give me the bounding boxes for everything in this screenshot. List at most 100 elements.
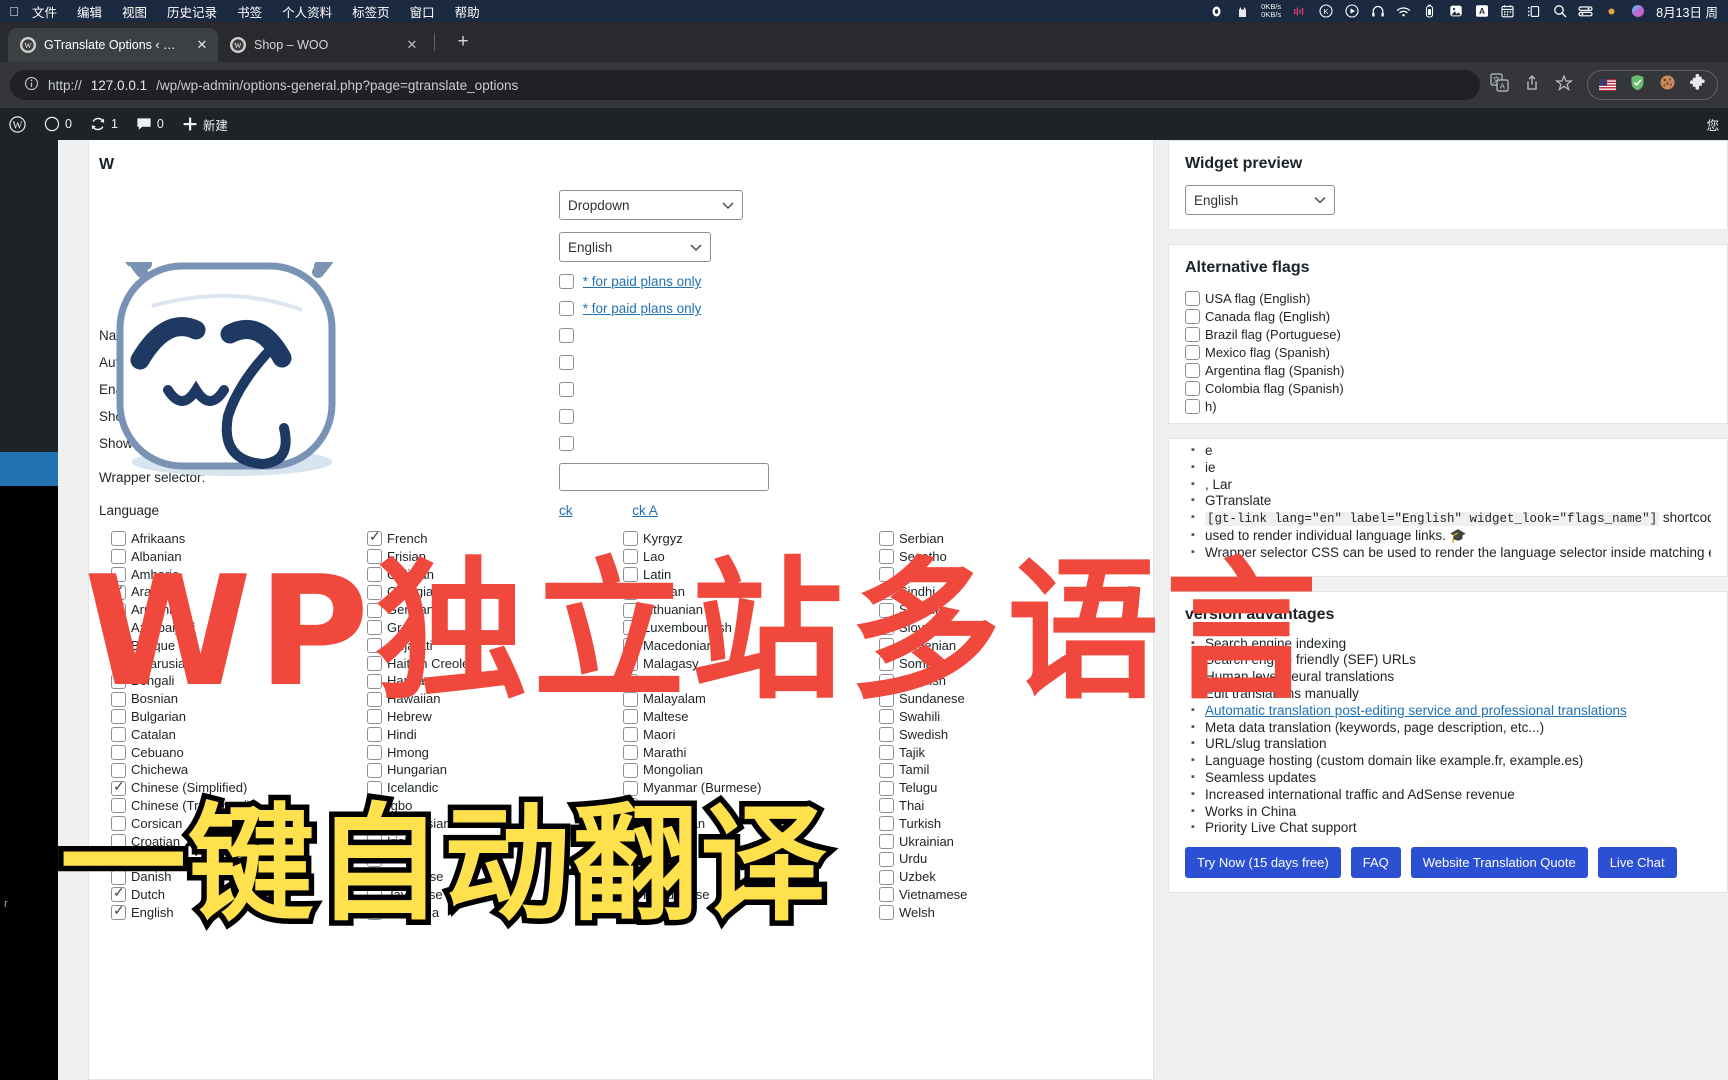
- language-item[interactable]: Maori: [623, 726, 879, 744]
- wp-account-item[interactable]: 您: [1697, 108, 1728, 140]
- language-item[interactable]: Afrikaans: [111, 530, 367, 548]
- language-item[interactable]: Amharic: [111, 566, 367, 584]
- language-item[interactable]: Thai: [879, 797, 1135, 815]
- language-item[interactable]: Cebuano: [111, 744, 367, 762]
- language-checkbox[interactable]: [879, 833, 894, 849]
- language-item[interactable]: Lithuanian: [623, 601, 879, 619]
- control-center-icon[interactable]: [1578, 4, 1593, 19]
- paid-plans-note-2[interactable]: * for paid plans only: [583, 301, 702, 316]
- language-item[interactable]: Spanish: [879, 672, 1135, 690]
- pro-cta-button[interactable]: Live Chat: [1597, 847, 1677, 879]
- language-checkbox[interactable]: [879, 869, 894, 885]
- paid-feature-1-checkbox[interactable]: [559, 274, 574, 289]
- language-checkbox[interactable]: [623, 851, 638, 867]
- adguard-shield-icon[interactable]: [1629, 74, 1646, 96]
- language-checkbox[interactable]: [623, 531, 638, 547]
- language-checkbox[interactable]: [367, 816, 382, 832]
- language-item[interactable]: Marathi: [623, 744, 879, 762]
- language-item[interactable]: Dutch: [111, 884, 367, 904]
- alternative-flag-item[interactable]: Colombia flag (Spanish): [1185, 379, 1711, 397]
- language-checkbox[interactable]: [623, 833, 638, 849]
- language-checkbox[interactable]: [623, 620, 638, 636]
- language-item[interactable]: Icelandic: [367, 779, 623, 797]
- language-checkbox[interactable]: [879, 566, 894, 582]
- default-language-select[interactable]: English: [559, 232, 711, 262]
- language-checkbox[interactable]: [879, 887, 894, 903]
- alternative-flag-checkbox[interactable]: [1185, 326, 1200, 342]
- battery-icon[interactable]: [1422, 4, 1437, 19]
- language-checkbox[interactable]: [367, 655, 382, 671]
- alternative-flag-checkbox[interactable]: [1185, 398, 1200, 414]
- record-icon[interactable]: [1209, 4, 1224, 19]
- language-item[interactable]: Latin: [623, 566, 879, 584]
- menu-edit[interactable]: 编辑: [67, 2, 112, 21]
- language-item[interactable]: Croatian: [111, 833, 367, 851]
- language-item[interactable]: Danish: [111, 868, 367, 886]
- language-checkbox[interactable]: [111, 816, 126, 832]
- sidebar-current-item[interactable]: [0, 452, 58, 486]
- wp-logo-item[interactable]: W: [0, 108, 35, 140]
- language-item[interactable]: Slovenian: [879, 637, 1135, 655]
- language-checkbox[interactable]: [623, 884, 638, 903]
- language-item[interactable]: English: [111, 902, 367, 922]
- language-checkbox[interactable]: [879, 638, 894, 654]
- language-checkbox[interactable]: [879, 584, 894, 600]
- wrapper-selector-input[interactable]: [559, 463, 769, 491]
- language-checkbox[interactable]: [367, 673, 382, 689]
- language-checkbox[interactable]: [367, 887, 382, 903]
- language-item[interactable]: Telugu: [879, 779, 1135, 797]
- menu-file[interactable]: 文件: [22, 2, 67, 21]
- language-checkbox[interactable]: [111, 709, 126, 725]
- widget-look-select[interactable]: Dropdown: [559, 190, 743, 220]
- language-checkbox[interactable]: [623, 602, 638, 618]
- share-icon[interactable]: [1523, 74, 1541, 97]
- language-checkbox[interactable]: [623, 584, 638, 600]
- input-method-A-icon[interactable]: A: [1474, 4, 1489, 19]
- language-checkbox[interactable]: [879, 655, 894, 671]
- language-item[interactable]: Tajik: [879, 744, 1135, 762]
- language-checkbox[interactable]: [879, 798, 894, 814]
- language-item[interactable]: Sundanese: [879, 690, 1135, 708]
- language-item[interactable]: Chinese (Simplified): [111, 778, 367, 797]
- language-item[interactable]: Kyrgyz: [623, 530, 879, 548]
- tab-close-icon[interactable]: ✕: [404, 37, 420, 53]
- language-checkbox[interactable]: [623, 780, 638, 796]
- language-item[interactable]: Sindhi: [879, 583, 1135, 601]
- language-checkbox[interactable]: [623, 798, 638, 814]
- language-item[interactable]: Lao: [623, 548, 879, 566]
- language-checkbox[interactable]: [367, 905, 382, 921]
- language-checkbox[interactable]: [111, 851, 126, 867]
- search-icon[interactable]: [1552, 4, 1567, 19]
- new-tab-button[interactable]: +: [449, 28, 477, 56]
- language-item[interactable]: Czech: [111, 850, 367, 868]
- language-checkbox[interactable]: [111, 778, 126, 796]
- alternative-flag-item[interactable]: Canada flag (English): [1185, 307, 1711, 325]
- language-checkbox[interactable]: [367, 869, 382, 885]
- language-checkbox[interactable]: [111, 902, 126, 921]
- paid-feature-2-checkbox[interactable]: [559, 301, 574, 316]
- wp-admin-sidebar[interactable]: r: [0, 140, 58, 1080]
- language-item[interactable]: Galician: [367, 566, 623, 584]
- alternative-flag-checkbox[interactable]: [1185, 290, 1200, 306]
- menu-profiles[interactable]: 个人资料: [272, 2, 342, 21]
- language-item[interactable]: Gujarati: [367, 637, 623, 655]
- language-checkbox[interactable]: [623, 566, 638, 582]
- language-checkbox[interactable]: [111, 833, 126, 849]
- browser-tab-inactive[interactable]: W Shop – WOO ✕: [218, 28, 428, 62]
- language-item[interactable]: Arabic: [111, 582, 367, 601]
- language-checkbox[interactable]: [879, 905, 894, 921]
- language-checkbox[interactable]: [879, 851, 894, 867]
- language-item[interactable]: Belarusian: [111, 655, 367, 673]
- pro-cta-button[interactable]: FAQ: [1350, 847, 1401, 879]
- alternative-flag-item[interactable]: Argentina flag (Spanish): [1185, 361, 1711, 379]
- layout-icon[interactable]: [1526, 4, 1541, 19]
- language-checkbox[interactable]: [367, 638, 382, 654]
- language-item[interactable]: Tamil: [879, 761, 1135, 779]
- cookie-icon[interactable]: [1659, 74, 1676, 96]
- language-checkbox[interactable]: [623, 869, 638, 885]
- language-checkbox[interactable]: [111, 531, 126, 547]
- language-item[interactable]: Japanese: [367, 868, 623, 886]
- language-item[interactable]: Chichewa: [111, 761, 367, 779]
- language-item[interactable]: French: [367, 528, 623, 548]
- cat-icon[interactable]: [1235, 4, 1250, 19]
